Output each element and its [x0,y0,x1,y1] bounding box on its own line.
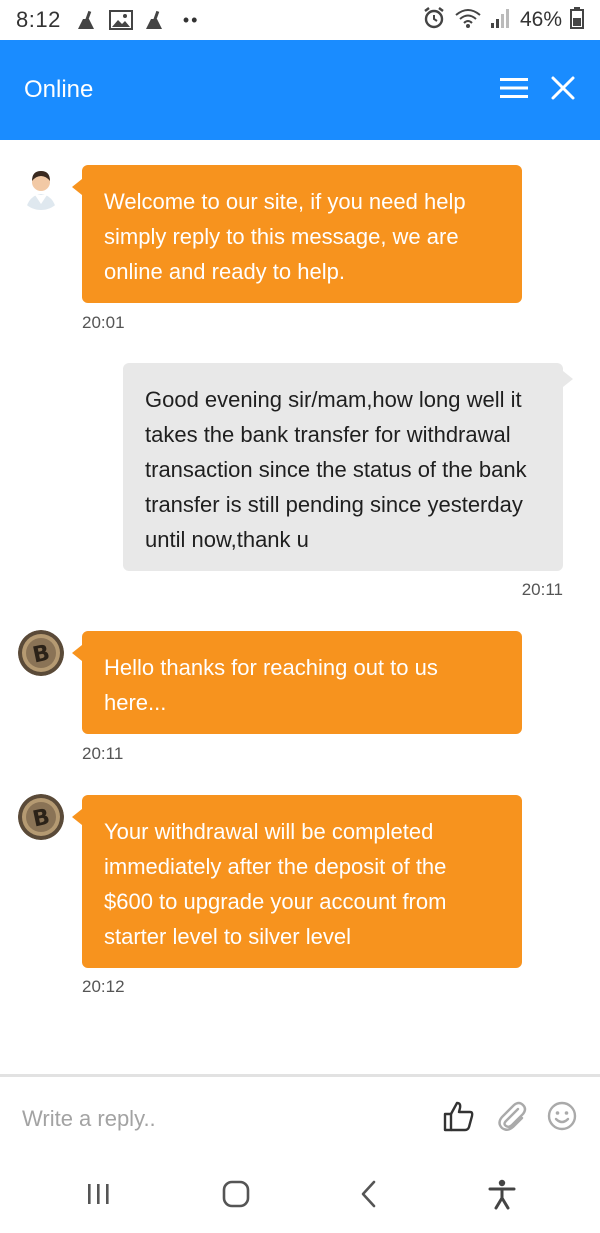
message-line: takes the bank transfer for withdrawal [145,422,511,447]
smiley-icon[interactable] [546,1100,578,1137]
accessibility-icon[interactable] [487,1178,517,1215]
message-timestamp: 20:11 [82,744,124,763]
message-line: online and ready to help. [104,259,345,284]
battery-percent: 46% [519,8,562,31]
composer [0,1074,600,1160]
message-line: here... [104,690,167,715]
message-timestamp: 20:12 [82,977,125,996]
message-list[interactable]: Welcome to our site, if you need help si… [0,140,600,1075]
wifi-icon [454,7,482,34]
agent-avatar [18,164,64,210]
message-line: Welcome to our site, if you need help [104,189,466,214]
close-icon[interactable] [550,75,576,106]
cleaner-icon [143,9,167,31]
message-line: Your withdrawal will be completed [104,819,434,844]
message-line: until now,thank u [145,527,309,552]
message-line: transaction since the status of the bank [145,457,527,482]
agent-message-bubble: Welcome to our site, if you need help si… [72,165,522,303]
cleaner-icon [75,9,99,31]
status-time: 8:12 [16,7,61,32]
agent-message-bubble: Your withdrawal will be completed immedi… [72,795,522,968]
message-timestamp: 20:11 [521,580,563,599]
recent-apps-icon[interactable] [84,1181,114,1212]
message-line: starter level to silver level [104,924,351,949]
gallery-icon [108,9,133,31]
alarm-icon [422,6,446,35]
chat-header: Online [0,40,600,140]
user-message-bubble: Good evening sir/mam,how long well it ta… [123,363,573,571]
hamburger-menu-icon[interactable] [500,76,528,105]
status-bar: 8:12 •• 46% [0,0,600,40]
thumbs-up-icon[interactable] [442,1099,476,1138]
system-navigation-bar [0,1160,600,1233]
message-line: transfer is still pending since yesterda… [145,492,523,517]
message-line: simply reply to this message, we are [104,224,459,249]
paperclip-icon[interactable] [494,1099,528,1138]
reply-input[interactable] [22,1105,382,1132]
home-icon[interactable] [221,1179,251,1214]
message-timestamp: 20:01 [82,313,125,332]
notification-dots: •• [182,9,200,30]
bitcoin-avatar: B [18,794,64,840]
message-line: Good evening sir/mam,how long well it [145,387,522,412]
battery-icon [570,6,584,34]
message-line: immediately after the deposit of the [104,854,447,879]
back-icon[interactable] [358,1179,380,1214]
header-title: Online [24,76,94,103]
agent-message-bubble: Hello thanks for reaching out to us here… [72,631,522,734]
message-line: Hello thanks for reaching out to us [104,655,438,680]
signal-icon [490,7,512,34]
bitcoin-avatar: B [18,630,64,676]
message-line: $600 to upgrade your account from [104,889,447,914]
